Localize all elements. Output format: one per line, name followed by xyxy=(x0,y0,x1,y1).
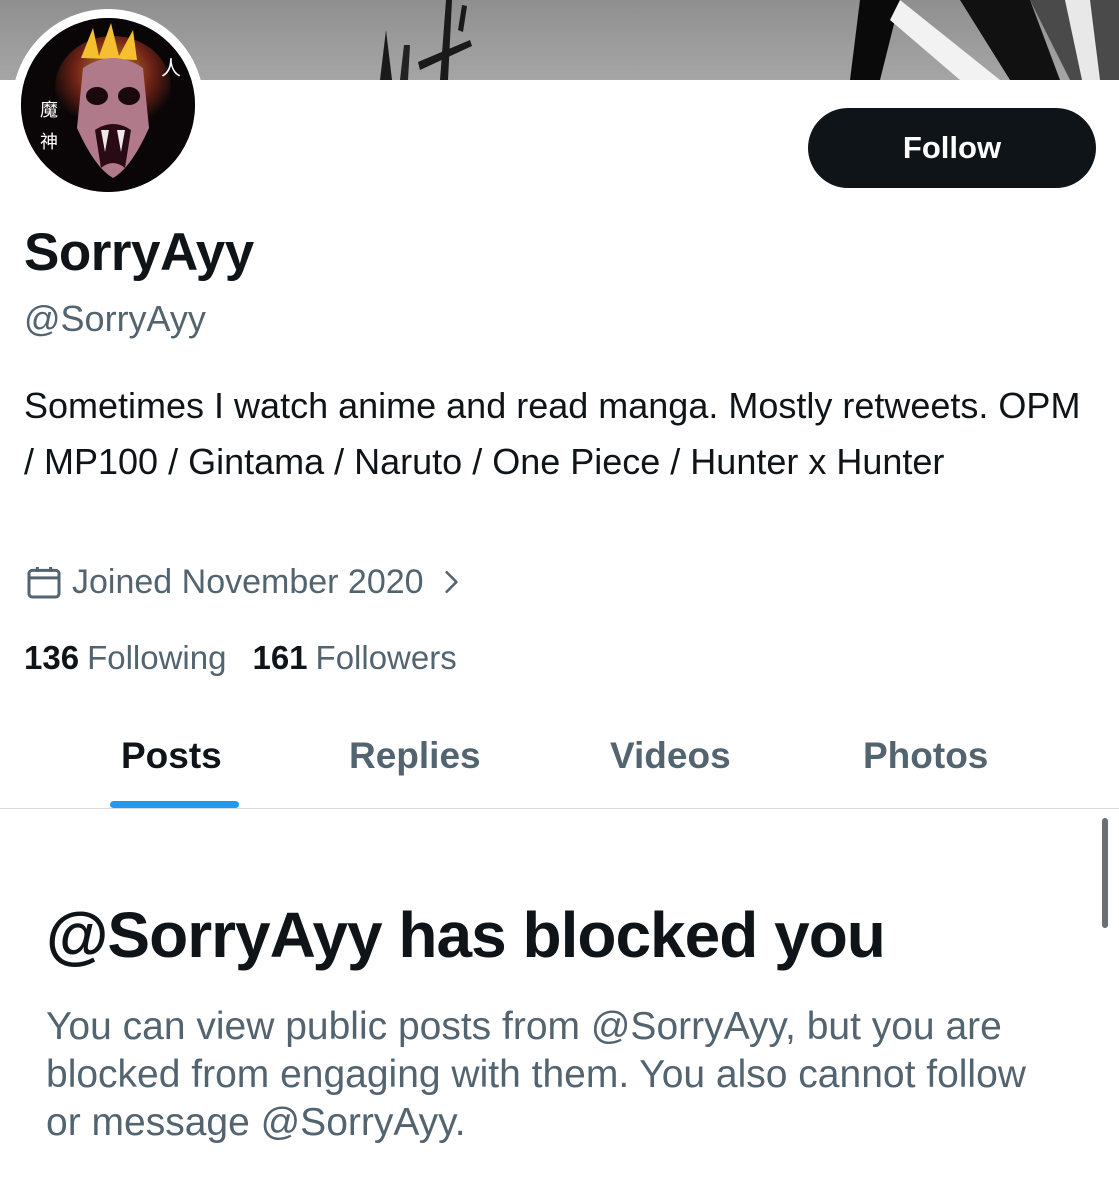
calendar-icon xyxy=(27,567,61,599)
joined-label: Joined November 2020 xyxy=(72,562,424,601)
tabs-divider xyxy=(0,808,1119,809)
followers-link[interactable]: 161 Followers xyxy=(252,639,456,677)
blocked-title: @SorryAyy has blocked you xyxy=(46,899,886,971)
avatar-kanji-3: 人 xyxy=(161,56,181,80)
tab-photos[interactable]: Photos xyxy=(863,728,988,784)
scrollbar[interactable] xyxy=(1102,818,1108,928)
tab-posts[interactable]: Posts xyxy=(121,728,222,784)
avatar-kanji-2: 神 xyxy=(40,132,58,153)
following-link[interactable]: 136 Following xyxy=(24,639,226,677)
follow-button[interactable]: Follow xyxy=(808,108,1096,188)
following-count: 136 xyxy=(24,639,80,676)
avatar-kanji-1: 魔 xyxy=(40,100,58,121)
joined-date[interactable]: Joined November 2020 xyxy=(24,558,464,606)
profile-bio: Sometimes I watch anime and read manga. … xyxy=(24,385,1081,482)
followers-label: Followers xyxy=(315,639,457,676)
active-tab-indicator xyxy=(110,801,239,808)
avatar[interactable]: 魔 神 人 xyxy=(21,18,195,192)
tab-videos[interactable]: Videos xyxy=(610,728,731,784)
blocked-message: You can view public posts from @SorryAyy… xyxy=(46,1005,1026,1144)
tab-replies[interactable]: Replies xyxy=(349,728,481,784)
display-name: SorryAyy xyxy=(24,223,254,282)
followers-count: 161 xyxy=(252,639,308,676)
follow-counts: 136 Following 161 Followers xyxy=(24,634,457,682)
chevron-right-icon xyxy=(444,570,458,594)
following-label: Following xyxy=(87,639,227,676)
profile-handle: @SorryAyy xyxy=(24,298,206,339)
